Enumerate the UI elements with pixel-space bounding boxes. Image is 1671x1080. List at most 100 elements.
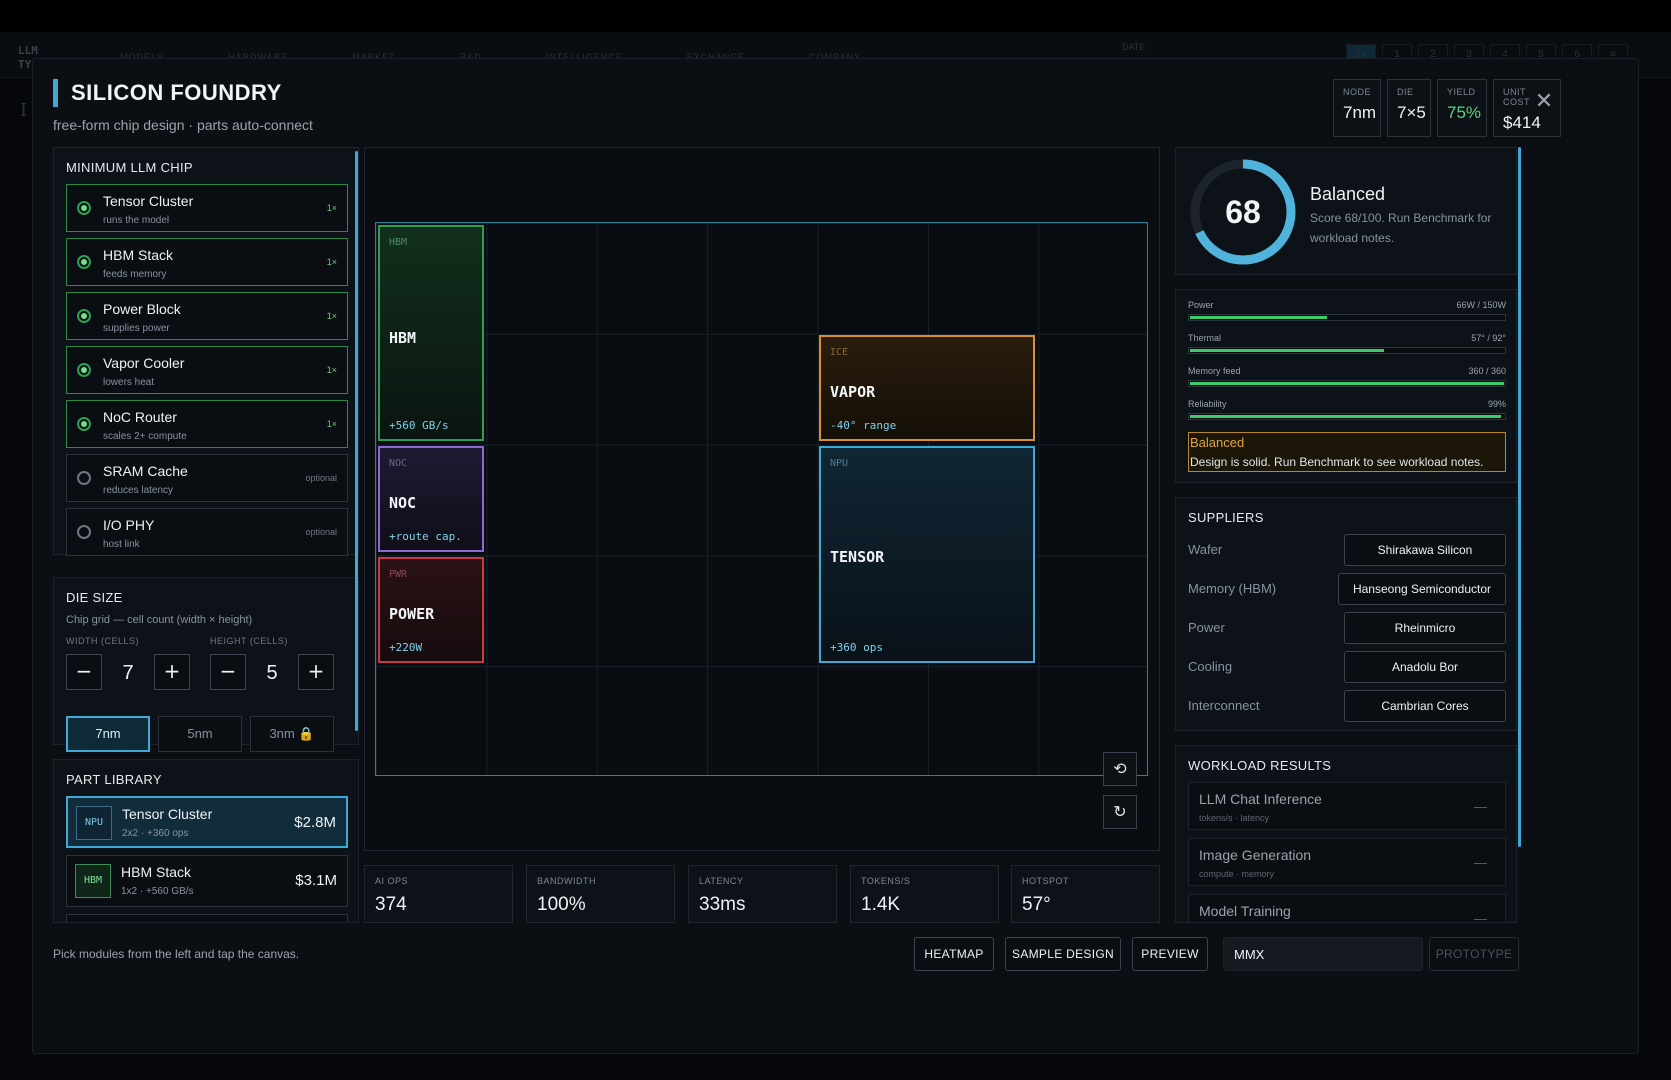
supplier-select-power[interactable]: Rheinmicro (1344, 612, 1506, 644)
library-item[interactable] (66, 914, 348, 922)
suppliers-panel: SUPPLIERS Wafer Shirakawa Silicon Memory… (1175, 497, 1517, 731)
stat-value: 75% (1447, 103, 1482, 122)
metric-label: BANDWIDTH (537, 876, 596, 886)
workload-item: Model Training — (1188, 894, 1506, 922)
requirement-optional: optional (305, 527, 337, 537)
bar-fill (1190, 349, 1384, 352)
top-bar (0, 0, 1671, 32)
requirement-desc: feeds memory (103, 269, 167, 280)
module-stat: +220W (389, 641, 423, 654)
library-item-name: Tensor Cluster (122, 806, 213, 822)
library-item-name: HBM Stack (121, 864, 192, 880)
width-decrement-button[interactable]: − (66, 654, 102, 690)
requirement-desc: reduces latency (103, 485, 174, 496)
module-hbm[interactable]: HBM HBM +560 GB/s (378, 225, 484, 441)
score-label: Balanced (1310, 184, 1386, 204)
heatmap-button[interactable]: HEATMAP (914, 937, 994, 971)
part-library-title: PART LIBRARY (66, 772, 162, 787)
module-stat: +route cap. (389, 530, 462, 543)
module-name: HBM (389, 329, 417, 347)
requirement-count: 1× (326, 257, 337, 267)
rotate-icon[interactable]: ⟲ (1103, 752, 1137, 786)
check-icon (77, 201, 91, 215)
check-icon (77, 417, 91, 431)
reset-icon[interactable]: ↻ (1103, 795, 1137, 829)
requirement-item: NoC Router scales 2+ compute 1× (66, 400, 348, 448)
note-desc: Design is solid. Run Benchmark to see wo… (1190, 455, 1484, 469)
chip-canvas[interactable]: HBM HBM +560 GB/s ICE VAPOR -40° range N… (364, 147, 1160, 851)
metric-label: LATENCY (699, 876, 744, 886)
supplier-select-wafer[interactable]: Shirakawa Silicon (1344, 534, 1506, 566)
note-title: Balanced (1190, 435, 1245, 450)
metric-label: TOKENS/S (861, 876, 911, 886)
die-size-title: DIE SIZE (66, 590, 123, 605)
chip-name-input[interactable] (1223, 937, 1423, 971)
library-item-hbm-stack[interactable]: HBM HBM Stack 1x2 · +560 GB/s $3.1M (66, 855, 348, 907)
supplier-key: Memory (HBM) (1188, 581, 1277, 596)
node-7nm-button[interactable]: 7nm (66, 716, 150, 752)
supplier-row-wafer: Wafer Shirakawa Silicon (1188, 534, 1506, 566)
requirement-name: Power Block (103, 301, 181, 317)
bar-reliability: Reliability 99% (1188, 399, 1506, 420)
requirement-desc: runs the model (103, 215, 170, 226)
metric-value: 57° (1022, 894, 1051, 915)
requirement-item: Tensor Cluster runs the model 1× (66, 184, 348, 232)
bar-label: Reliability (1188, 399, 1227, 409)
workload-item: Image Generation compute · memory — (1188, 838, 1506, 886)
module-tag: ICE (830, 347, 849, 358)
module-tensor[interactable]: NPU TENSOR +360 ops (819, 446, 1035, 663)
module-vapor[interactable]: ICE VAPOR -40° range (819, 335, 1035, 441)
stat-label: YIELD (1447, 87, 1476, 97)
requirement-desc: lowers heat (103, 377, 155, 388)
sample-design-button[interactable]: SAMPLE DESIGN (1005, 937, 1121, 971)
supplier-select-memory[interactable]: Hanseong Semiconductor (1338, 573, 1506, 605)
bar-value: 57° / 92° (1471, 333, 1506, 343)
requirement-optional: optional (305, 473, 337, 483)
right-scrollbar[interactable] (1518, 147, 1521, 847)
metric-value: 33ms (699, 894, 746, 915)
supplier-select-interconnect[interactable]: Cambrian Cores (1344, 690, 1506, 722)
prototype-button[interactable]: PROTOTYPE (1429, 937, 1519, 971)
supplier-row-memory: Memory (HBM) Hanseong Semiconductor (1188, 573, 1506, 605)
width-increment-button[interactable]: + (154, 654, 190, 690)
part-library-panel: PART LIBRARY NPU Tensor Cluster 2x2 · +3… (53, 759, 359, 923)
close-icon[interactable]: ✕ (1533, 91, 1555, 113)
requirement-item: HBM Stack feeds memory 1× (66, 238, 348, 286)
library-item-desc: 2x2 · +360 ops (122, 828, 189, 839)
requirement-item: Vapor Cooler lowers heat 1× (66, 346, 348, 394)
supplier-key: Interconnect (1188, 698, 1260, 713)
status-bars-panel: Power 66W / 150W Thermal 57° / 92° Memor… (1175, 289, 1517, 483)
supplier-select-cooling[interactable]: Anadolu Bor (1344, 651, 1506, 683)
empty-circle-icon (77, 471, 91, 485)
workload-name: Image Generation (1199, 847, 1312, 863)
die-size-desc: Chip grid — cell count (width × height) (66, 614, 253, 626)
module-noc[interactable]: NOC NOC +route cap. (378, 446, 484, 552)
bar-fill (1190, 415, 1501, 418)
module-name: VAPOR (830, 383, 876, 401)
library-item-tensor-cluster[interactable]: NPU Tensor Cluster 2x2 · +360 ops $2.8M (66, 796, 348, 848)
module-power[interactable]: PWR POWER +220W (378, 557, 484, 663)
stat-value: 7×5 (1397, 103, 1426, 122)
requirements-panel: MINIMUM LLM CHIP Tensor Cluster runs the… (53, 147, 359, 556)
bar-value: 360 / 360 (1468, 366, 1506, 376)
stat-label: DIE (1397, 87, 1414, 97)
requirement-item: Power Block supplies power 1× (66, 292, 348, 340)
supplier-row-cooling: Cooling Anadolu Bor (1188, 651, 1506, 683)
library-item-desc: 1x2 · +560 GB/s (121, 886, 194, 897)
die-size-panel: DIE SIZE Chip grid — cell count (width ×… (53, 577, 359, 752)
node-5nm-button[interactable]: 5nm (158, 716, 242, 752)
module-stat: -40° range (830, 419, 897, 432)
workload-score: — (1474, 799, 1487, 814)
preview-button[interactable]: PREVIEW (1132, 937, 1208, 971)
node-3nm-button[interactable]: 3nm 🔒 (250, 716, 334, 752)
chip-grid[interactable]: HBM HBM +560 GB/s ICE VAPOR -40° range N… (375, 222, 1148, 776)
bar-value: 66W / 150W (1456, 300, 1506, 310)
height-decrement-button[interactable]: − (210, 654, 246, 690)
module-tag: NPU (830, 458, 849, 469)
bar-fill (1190, 382, 1504, 385)
workload-desc: tokens/s · latency (1199, 813, 1270, 823)
height-increment-button[interactable]: + (298, 654, 334, 690)
supplier-key: Cooling (1188, 659, 1233, 674)
left-scrollbar[interactable] (355, 151, 358, 731)
stat-node: NODE 7nm (1333, 79, 1381, 137)
